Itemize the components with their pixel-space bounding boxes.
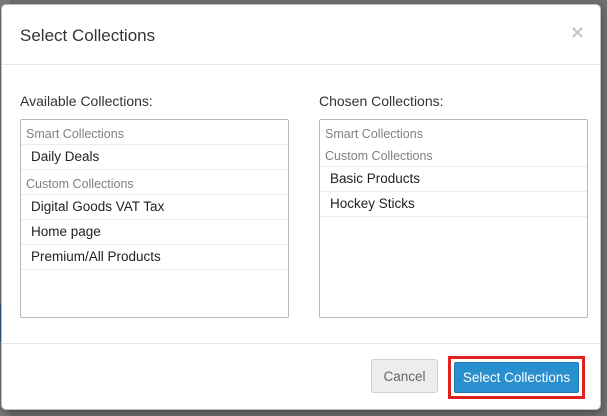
list-item[interactable]: Basic Products (320, 166, 587, 192)
select-collections-button[interactable]: Select Collections (454, 362, 579, 393)
group-label-custom: Custom Collections (26, 177, 134, 191)
group-label-smart: Smart Collections (325, 127, 423, 141)
dialog-header: Select Collections × (2, 5, 600, 65)
group-label-custom: Custom Collections (325, 149, 433, 163)
list-item[interactable]: Daily Deals (21, 144, 288, 170)
list-item[interactable]: Premium/All Products (21, 245, 288, 270)
list-item[interactable]: Hockey Sticks (320, 192, 587, 217)
close-icon[interactable]: × (570, 23, 585, 43)
dialog-footer: Cancel Select Collections (2, 343, 600, 411)
chosen-collections-label: Chosen Collections: (319, 93, 444, 109)
select-collections-dialog: Select Collections × Available Collectio… (1, 4, 601, 410)
cancel-button[interactable]: Cancel (371, 359, 438, 393)
dialog-title: Select Collections (20, 26, 156, 45)
list-item[interactable]: Home page (21, 220, 288, 245)
group-label-smart: Smart Collections (26, 127, 124, 141)
available-collections-list[interactable]: Smart Collections Daily Deals Custom Col… (20, 119, 289, 318)
chosen-collections-list[interactable]: Smart Collections Custom Collections Bas… (319, 119, 588, 318)
select-button-highlight: Select Collections (448, 356, 585, 399)
available-collections-label: Available Collections: (20, 93, 153, 109)
list-item[interactable]: Digital Goods VAT Tax (21, 194, 288, 220)
